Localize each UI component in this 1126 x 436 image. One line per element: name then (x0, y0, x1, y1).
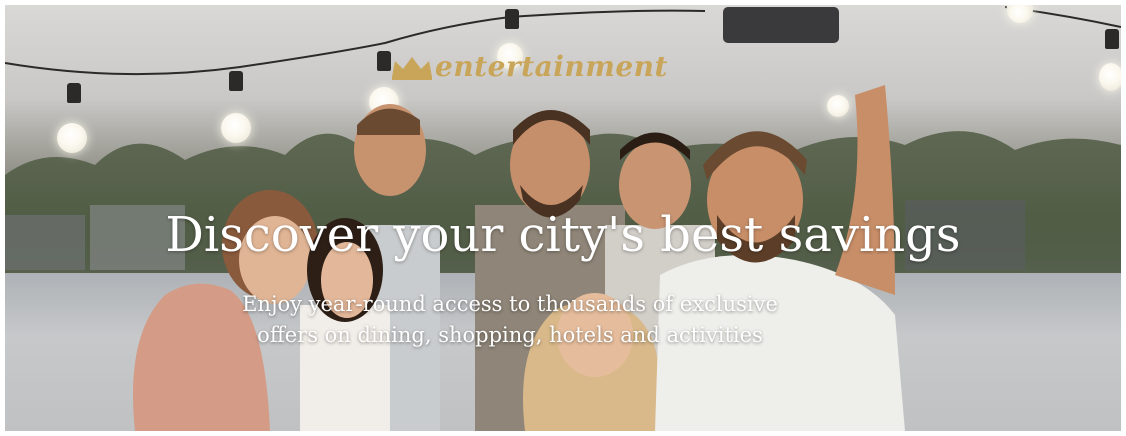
light-bulb (1099, 63, 1121, 91)
hero-subheadline-line-1: Enjoy year-round access to thousands of … (242, 292, 778, 316)
hero-headline: Discover your city's best savings (165, 207, 961, 263)
crown-icon (392, 57, 432, 80)
smartphone (723, 7, 839, 43)
light-socket (1105, 29, 1119, 49)
light-socket (505, 9, 519, 29)
hero-banner[interactable]: entertainment Discover your city's best … (5, 5, 1121, 431)
hero-subheadline: Enjoy year-round access to thousands of … (175, 289, 845, 351)
brand-name: entertainment (435, 50, 668, 83)
hero-subheadline-line-2: offers on dining, shopping, hotels and a… (257, 323, 763, 347)
light-socket (67, 83, 81, 103)
light-bulb (57, 123, 87, 153)
brand-logo[interactable]: entertainment (389, 53, 668, 81)
